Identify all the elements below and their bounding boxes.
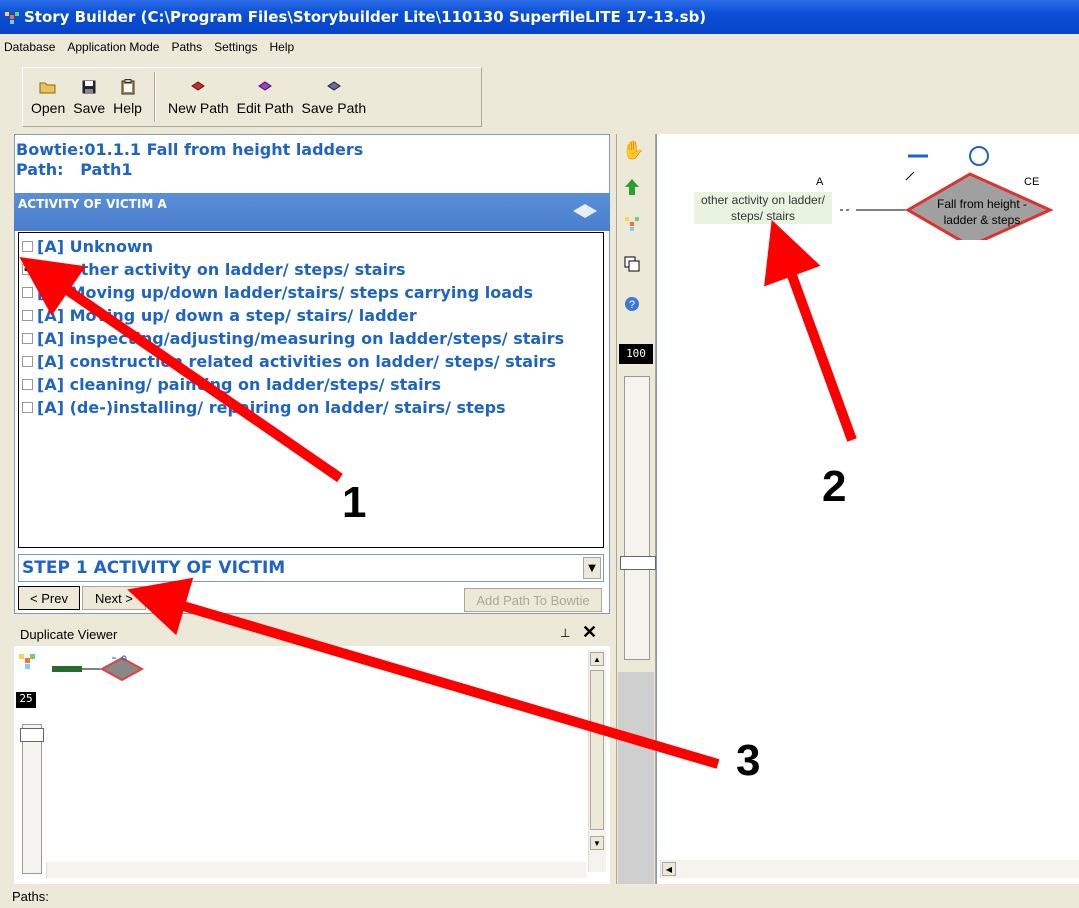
arrow-2 [764,219,857,442]
arrow-3 [127,577,720,769]
annotation-label-3: 3 [736,736,761,785]
annotation-arrows [19,219,857,769]
annotation-label-1: 1 [342,478,367,527]
arrow-1 [19,256,343,483]
annotation-label-2: 2 [822,462,847,511]
